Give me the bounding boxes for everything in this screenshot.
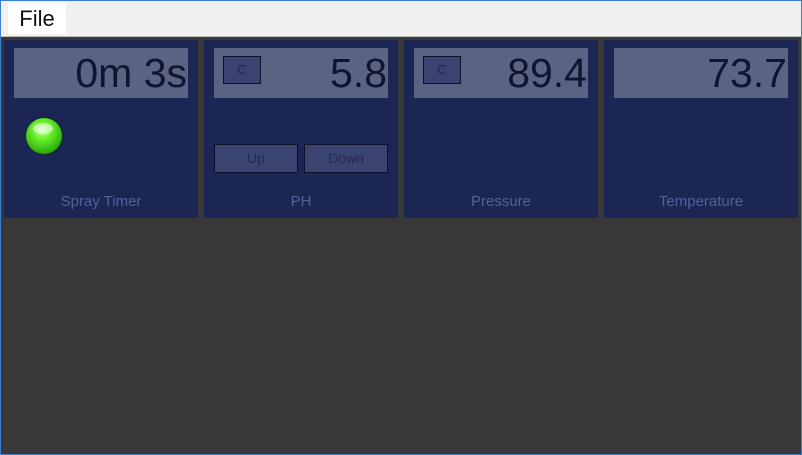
pressure-display: C 89.4 bbox=[414, 48, 588, 98]
temperature-display: 73.7 bbox=[614, 48, 788, 98]
pressure-label: Pressure bbox=[470, 193, 532, 210]
menu-file[interactable]: File bbox=[8, 3, 66, 34]
gauge-panels: 0m 3s Spray Timer C 5.8 Up Down PH C 89.… bbox=[1, 37, 801, 219]
pressure-panel: C 89.4 Pressure bbox=[404, 40, 598, 218]
spray-timer-panel: 0m 3s Spray Timer bbox=[4, 40, 198, 218]
ph-label: PH bbox=[290, 193, 312, 210]
ph-up-button[interactable]: Up bbox=[214, 144, 298, 173]
temperature-panel: 73.7 Temperature bbox=[604, 40, 798, 218]
ph-value: 5.8 bbox=[330, 50, 387, 96]
temperature-label: Temperature bbox=[658, 193, 744, 210]
app-window: File 0m 3s Spray Timer C 5.8 Up Down PH … bbox=[0, 0, 802, 455]
spray-timer-value: 0m 3s bbox=[75, 50, 187, 96]
ph-down-button[interactable]: Down bbox=[304, 144, 388, 173]
temperature-value: 73.7 bbox=[707, 50, 787, 96]
ph-c-button[interactable]: C bbox=[223, 56, 261, 84]
menu-bar: File bbox=[1, 1, 801, 37]
spray-timer-label: Spray Timer bbox=[60, 193, 142, 210]
pressure-c-button[interactable]: C bbox=[423, 56, 461, 84]
ph-panel: C 5.8 Up Down PH bbox=[204, 40, 398, 218]
spray-timer-display: 0m 3s bbox=[14, 48, 188, 98]
status-led-icon bbox=[26, 118, 62, 154]
ph-display: C 5.8 bbox=[214, 48, 388, 98]
pressure-value: 89.4 bbox=[507, 50, 587, 96]
